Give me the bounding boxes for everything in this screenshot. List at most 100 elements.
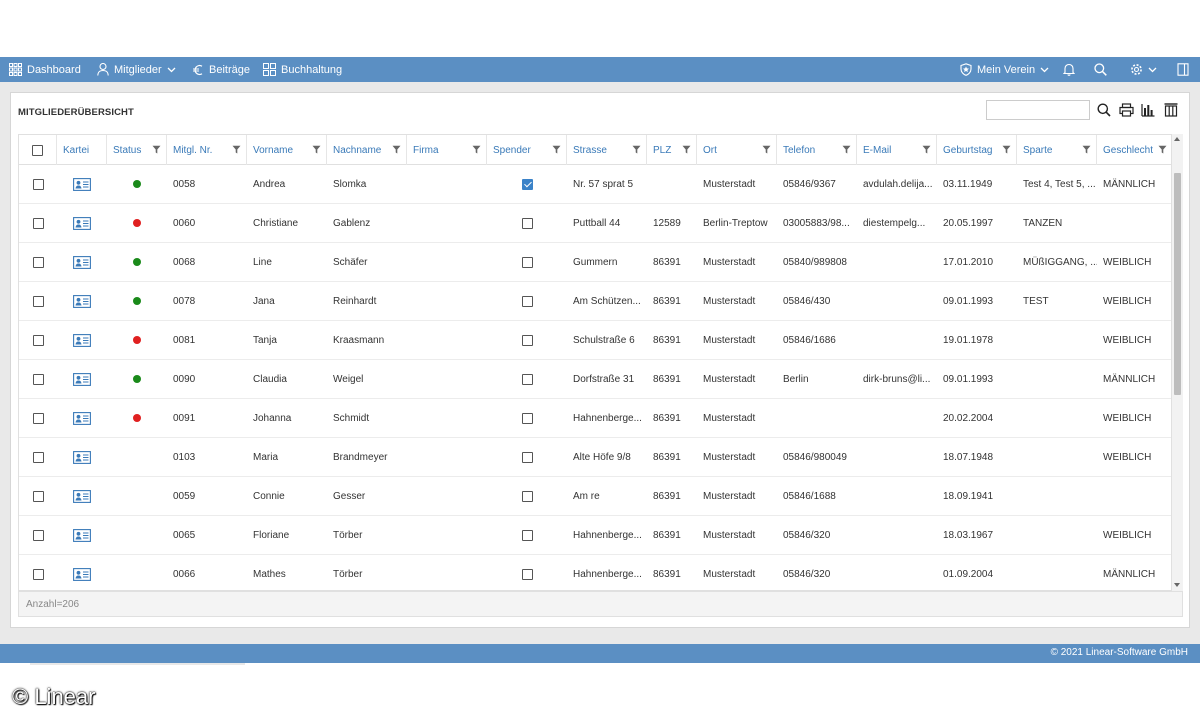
column-header-geschlecht[interactable]: Geschlecht (1097, 135, 1171, 165)
table-search-input[interactable] (986, 100, 1090, 120)
table-row[interactable]: 0059 Connie Gesser Am re 86391 Musterstadt 058… (19, 477, 1171, 516)
spender-checkbox[interactable] (521, 256, 533, 268)
cell-firma (407, 165, 487, 203)
row-select-cell (19, 438, 57, 476)
cell-telefon: 05846/320 (783, 568, 831, 580)
kartei-cell[interactable] (57, 165, 107, 203)
notifications-button[interactable] (1063, 57, 1075, 82)
row-select-checkbox[interactable] (32, 334, 44, 346)
filter-icon[interactable] (232, 145, 241, 154)
table-row[interactable]: 0066 Mathes Törber Hahnenberge... 86391 Muste… (19, 555, 1171, 590)
column-header-vorname[interactable]: Vorname (247, 135, 327, 165)
filter-icon[interactable] (1158, 145, 1167, 154)
cell-vorname: Connie (253, 490, 285, 502)
kartei-cell[interactable] (57, 360, 107, 398)
table-row[interactable]: 0091 Johanna Schmidt Hahnenberge... 86391 Mus… (19, 399, 1171, 438)
filter-icon[interactable] (1082, 145, 1091, 154)
column-header-ort[interactable]: Ort (697, 135, 777, 165)
filter-icon[interactable] (1002, 145, 1011, 154)
table-row[interactable]: 0068 Line Schäfer Gummern 86391 Musterstadt 05… (19, 243, 1171, 282)
filter-icon[interactable] (842, 145, 851, 154)
kartei-cell[interactable] (57, 438, 107, 476)
nav-mitglieder[interactable]: Mitglieder (97, 57, 176, 82)
row-select-checkbox[interactable] (32, 295, 44, 307)
spender-cell (487, 282, 567, 320)
spender-checkbox[interactable] (521, 373, 533, 385)
column-header-strasse[interactable]: Strasse (567, 135, 647, 165)
table-search-button[interactable] (1096, 102, 1112, 118)
filter-icon[interactable] (472, 145, 481, 154)
column-header-status[interactable]: Status (107, 135, 167, 165)
select-all-checkbox[interactable] (32, 144, 43, 156)
settings-button[interactable] (1130, 57, 1157, 82)
kartei-cell[interactable] (57, 282, 107, 320)
cell-vorname: Line (253, 256, 272, 268)
table-scrollbar[interactable] (1172, 134, 1183, 591)
table-row[interactable]: 0090 Claudia Weigel Dorfstraße 31 86391 Muste… (19, 360, 1171, 399)
kartei-cell[interactable] (57, 243, 107, 281)
spender-checkbox[interactable] (521, 412, 533, 424)
row-select-checkbox[interactable] (32, 412, 44, 424)
kartei-cell[interactable] (57, 321, 107, 359)
filter-icon[interactable] (632, 145, 641, 154)
scroll-thumb[interactable] (1174, 173, 1181, 395)
table-row[interactable]: 0078 Jana Reinhardt Am Schützen... 86391 Must… (19, 282, 1171, 321)
filter-icon[interactable] (762, 145, 771, 154)
kartei-cell[interactable] (57, 555, 107, 590)
row-select-checkbox[interactable] (32, 217, 44, 229)
print-button[interactable] (1118, 102, 1134, 118)
row-select-checkbox[interactable] (32, 178, 44, 190)
column-header-nachname[interactable]: Nachname (327, 135, 407, 165)
column-header-mitgl-nr[interactable]: Mitgl. Nr. (167, 135, 247, 165)
table-row[interactable]: 0065 Floriane Törber Hahnenberge... 86391 Mus… (19, 516, 1171, 555)
statistics-button[interactable] (1140, 102, 1156, 118)
column-header-plz[interactable]: PLZ (647, 135, 697, 165)
spender-checkbox[interactable] (521, 568, 533, 580)
column-header-geburtstag[interactable]: Geburtstag (937, 135, 1017, 165)
scroll-down-arrow[interactable] (1174, 583, 1180, 587)
column-header-e-mail[interactable]: E-Mail (857, 135, 937, 165)
row-select-checkbox[interactable] (32, 451, 44, 463)
table-row[interactable]: 0058 Andrea Slomka Nr. 57 sprat 5 Musterstad… (19, 165, 1171, 204)
kartei-cell[interactable] (57, 477, 107, 515)
panel-toggle-button[interactable] (1177, 57, 1189, 82)
kartei-cell[interactable] (57, 516, 107, 554)
nav-beitraege[interactable]: Beiträge (192, 57, 250, 82)
column-header-kartei[interactable]: Kartei (57, 135, 107, 165)
row-select-checkbox[interactable] (32, 373, 44, 385)
nav-buchhaltung[interactable]: Buchhaltung (263, 57, 342, 82)
spender-checkbox[interactable] (521, 178, 533, 190)
cell-geschlecht: WEIBLICH (1103, 256, 1152, 268)
spender-checkbox[interactable] (521, 334, 533, 346)
kartei-cell[interactable] (57, 204, 107, 242)
table-row[interactable]: 0103 Maria Brandmeyer Alte Höfe 9/8 86391 Mus… (19, 438, 1171, 477)
nav-dashboard[interactable]: Dashboard (9, 57, 81, 82)
filter-icon[interactable] (552, 145, 561, 154)
global-search-button[interactable] (1094, 57, 1107, 82)
row-select-checkbox[interactable] (32, 490, 44, 502)
filter-icon[interactable] (922, 145, 931, 154)
spender-checkbox[interactable] (521, 295, 533, 307)
column-header-sparte[interactable]: Sparte (1017, 135, 1097, 165)
spender-checkbox[interactable] (521, 490, 533, 502)
spender-checkbox[interactable] (521, 529, 533, 541)
column-header-telefon[interactable]: Telefon (777, 135, 857, 165)
row-select-checkbox[interactable] (32, 568, 44, 580)
cell-plz: 86391 (653, 334, 681, 346)
spender-checkbox[interactable] (521, 451, 533, 463)
nav-mein-verein[interactable]: Mein Verein (960, 57, 1049, 82)
row-select-checkbox[interactable] (32, 529, 44, 541)
table-row[interactable]: 0060 Christiane Gablenz Puttball 44 12589 Ber… (19, 204, 1171, 243)
column-header-firma[interactable]: Firma (407, 135, 487, 165)
row-select-checkbox[interactable] (32, 256, 44, 268)
filter-icon[interactable] (152, 145, 161, 154)
column-chooser-button[interactable] (1163, 102, 1179, 118)
spender-checkbox[interactable] (521, 217, 533, 229)
filter-icon[interactable] (392, 145, 401, 154)
filter-icon[interactable] (682, 145, 691, 154)
scroll-up-arrow[interactable] (1174, 137, 1180, 141)
column-header-spender[interactable]: Spender (487, 135, 567, 165)
filter-icon[interactable] (312, 145, 321, 154)
kartei-cell[interactable] (57, 399, 107, 437)
table-row[interactable]: 0081 Tanja Kraasmann Schulstraße 6 86391 Must… (19, 321, 1171, 360)
